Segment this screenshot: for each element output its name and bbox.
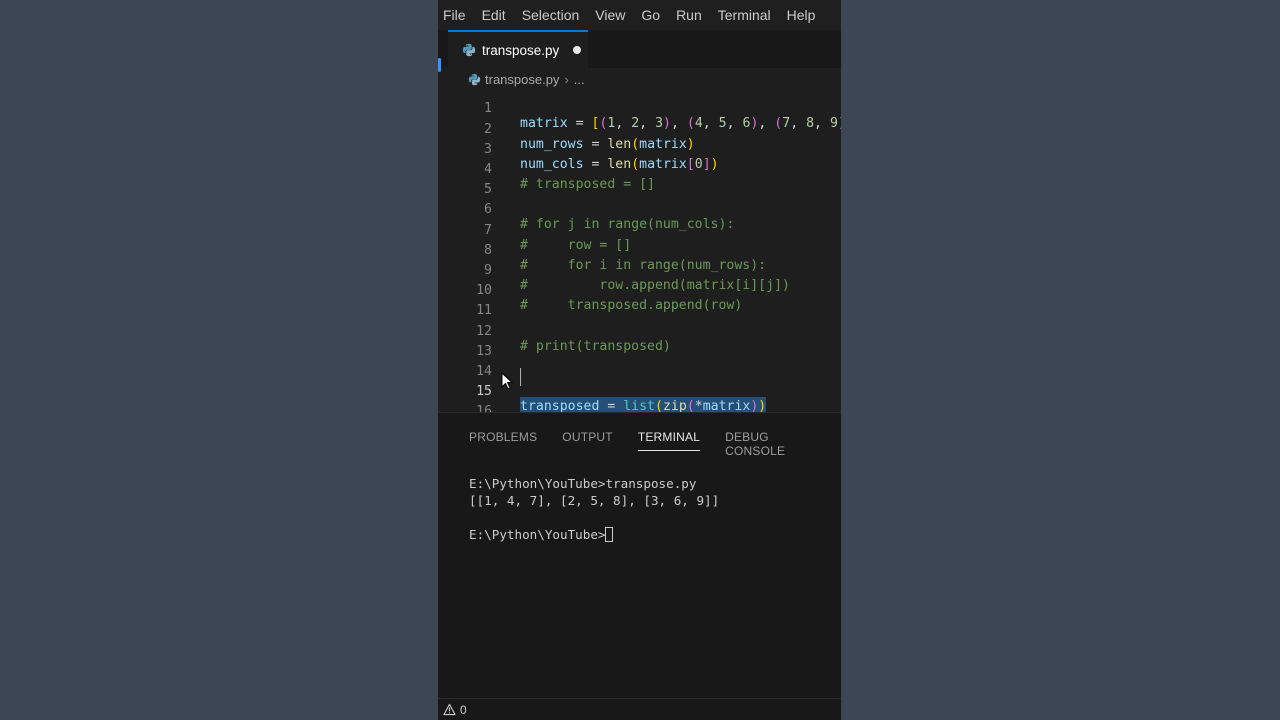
code-line: 12 # print(transposed) (438, 307, 841, 354)
tab-transpose-py[interactable]: transpose.py (448, 30, 588, 68)
menu-go[interactable]: Go (633, 0, 668, 30)
menu-run[interactable]: Run (668, 0, 710, 30)
terminal-line: E:\Python\YouTube>transpose.py (469, 476, 697, 491)
menu-terminal[interactable]: Terminal (710, 0, 779, 30)
code-line: 2 num_rows = len(matrix) (438, 105, 841, 152)
code-line: 1 matrix = [(1, 2, 3), (4, 5, 6), (7, 8,… (438, 86, 841, 131)
python-file-icon (462, 43, 476, 57)
mouse-pointer-icon (501, 372, 513, 390)
tab-output[interactable]: OUTPUT (562, 413, 613, 453)
warning-icon[interactable] (443, 703, 456, 716)
code-line: 10 # transposed.append(row) (438, 266, 841, 313)
code-line: 6 # for j in range(num_cols): (438, 185, 841, 232)
terminal-line: [[1, 4, 7], [2, 5, 8], [3, 6, 9]] (469, 493, 720, 508)
code-line: 5 (438, 165, 841, 197)
panel-tab-bar: PROBLEMS OUTPUT TERMINAL DEBUG CONSOLE (438, 413, 841, 458)
terminal-prompt: E:\Python\YouTube> (469, 527, 606, 542)
unsaved-dot-icon[interactable] (573, 46, 582, 54)
code-line: 8 # for i in range(num_rows): (438, 226, 841, 273)
tab-label: transpose.py (482, 42, 560, 58)
breadcrumb-separator-icon: › (564, 71, 569, 87)
code-line-selected: 15 transposed = list(zip(*matrix)) (438, 367, 841, 412)
python-file-icon (468, 73, 481, 86)
code-line: 4 # transposed = [] (438, 145, 841, 192)
tab-terminal[interactable]: TERMINAL (637, 413, 701, 453)
code-line-selected: 16 print(transposed) (438, 387, 841, 412)
editor-tab-bar: transpose.py (438, 30, 841, 68)
problems-count[interactable]: 0 (460, 703, 467, 717)
code-line: 3 num_cols = len(matrix[0]) (438, 125, 841, 172)
menu-file[interactable]: File (438, 0, 474, 30)
code-line: 7 # row = [] (438, 206, 841, 253)
code-line: 14 (438, 347, 841, 379)
menu-help[interactable]: Help (779, 0, 824, 30)
terminal-output[interactable]: E:\Python\YouTube>transpose.py [[1, 4, 7]… (469, 475, 839, 543)
bottom-panel: PROBLEMS OUTPUT TERMINAL DEBUG CONSOLE E… (438, 412, 841, 698)
menu-edit[interactable]: Edit (474, 0, 514, 30)
breadcrumb-file[interactable]: transpose.py (485, 72, 559, 87)
menu-view[interactable]: View (587, 0, 633, 30)
code-editor[interactable]: 1 matrix = [(1, 2, 3), (4, 5, 6), (7, 8,… (438, 86, 841, 412)
tab-debug-console[interactable]: DEBUG CONSOLE (725, 413, 816, 458)
terminal-prompt-line: E:\Python\YouTube> (469, 526, 839, 543)
code-line: 13 (438, 327, 841, 359)
tab-problems[interactable]: PROBLEMS (469, 413, 537, 453)
vscode-window: File Edit Selection View Go Run Terminal… (438, 0, 841, 720)
breadcrumb-more[interactable]: ... (574, 72, 585, 87)
code-line: 11 (438, 286, 841, 318)
terminal-cursor (605, 527, 614, 542)
menu-selection[interactable]: Selection (514, 0, 588, 30)
code-line: 9 # row.append(matrix[i][j]) (438, 246, 841, 293)
text-cursor (520, 368, 521, 387)
menu-bar: File Edit Selection View Go Run Terminal… (438, 0, 841, 30)
status-bar: 0 (438, 698, 841, 720)
